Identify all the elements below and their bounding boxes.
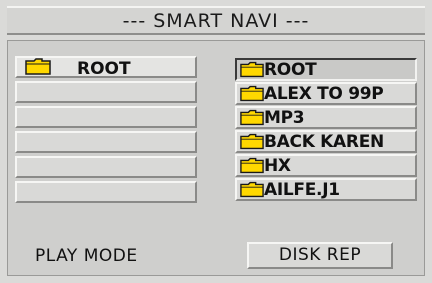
play-mode-button[interactable]: PLAY MODE <box>35 246 138 266</box>
right-list-item-label: BACK KAREN <box>264 132 384 152</box>
right-list-item-hx[interactable]: HX <box>235 154 417 177</box>
folder-icon <box>240 109 264 126</box>
right-list-item-root[interactable]: ROOT <box>235 58 417 81</box>
right-list-item-ailfe-j1[interactable]: AILFE.J1 <box>235 178 417 201</box>
left-list-item-root[interactable]: ROOT <box>15 56 197 79</box>
title-bar: --- SMART NAVI --- <box>7 6 425 35</box>
folder-icon <box>240 133 264 150</box>
right-list-item-label: MP3 <box>264 108 305 128</box>
left-folder-list: ROOT <box>15 56 197 206</box>
right-list-item-label: AILFE.J1 <box>264 180 340 200</box>
folder-icon <box>25 58 51 75</box>
left-list-item[interactable] <box>15 131 197 153</box>
right-list-item-back-karen[interactable]: BACK KAREN <box>235 130 417 153</box>
folder-icon <box>240 157 264 174</box>
right-list-item-mp3[interactable]: MP3 <box>235 106 417 129</box>
left-list-item[interactable] <box>15 81 197 103</box>
right-folder-list: ROOT ALEX TO 99P MP3 BACK KAREN HX AILFE… <box>235 58 417 202</box>
left-list-item-label: ROOT <box>77 59 131 79</box>
smart-navi-screen: --- SMART NAVI --- ROOT ROOT ALEX TO 99P… <box>0 0 432 283</box>
folder-icon <box>240 85 264 102</box>
right-list-item-alex-to-99p[interactable]: ALEX TO 99P <box>235 82 417 105</box>
page-title: --- SMART NAVI --- <box>122 10 310 32</box>
folder-icon <box>240 181 264 198</box>
folder-icon <box>240 61 264 78</box>
left-list-item[interactable] <box>15 106 197 128</box>
left-list-item[interactable] <box>15 156 197 178</box>
right-list-item-label: ALEX TO 99P <box>264 84 384 104</box>
right-list-item-label: ROOT <box>264 60 317 80</box>
disk-rep-button[interactable]: DISK REP <box>247 242 393 269</box>
right-list-item-label: HX <box>264 156 291 176</box>
left-list-item[interactable] <box>15 181 197 203</box>
